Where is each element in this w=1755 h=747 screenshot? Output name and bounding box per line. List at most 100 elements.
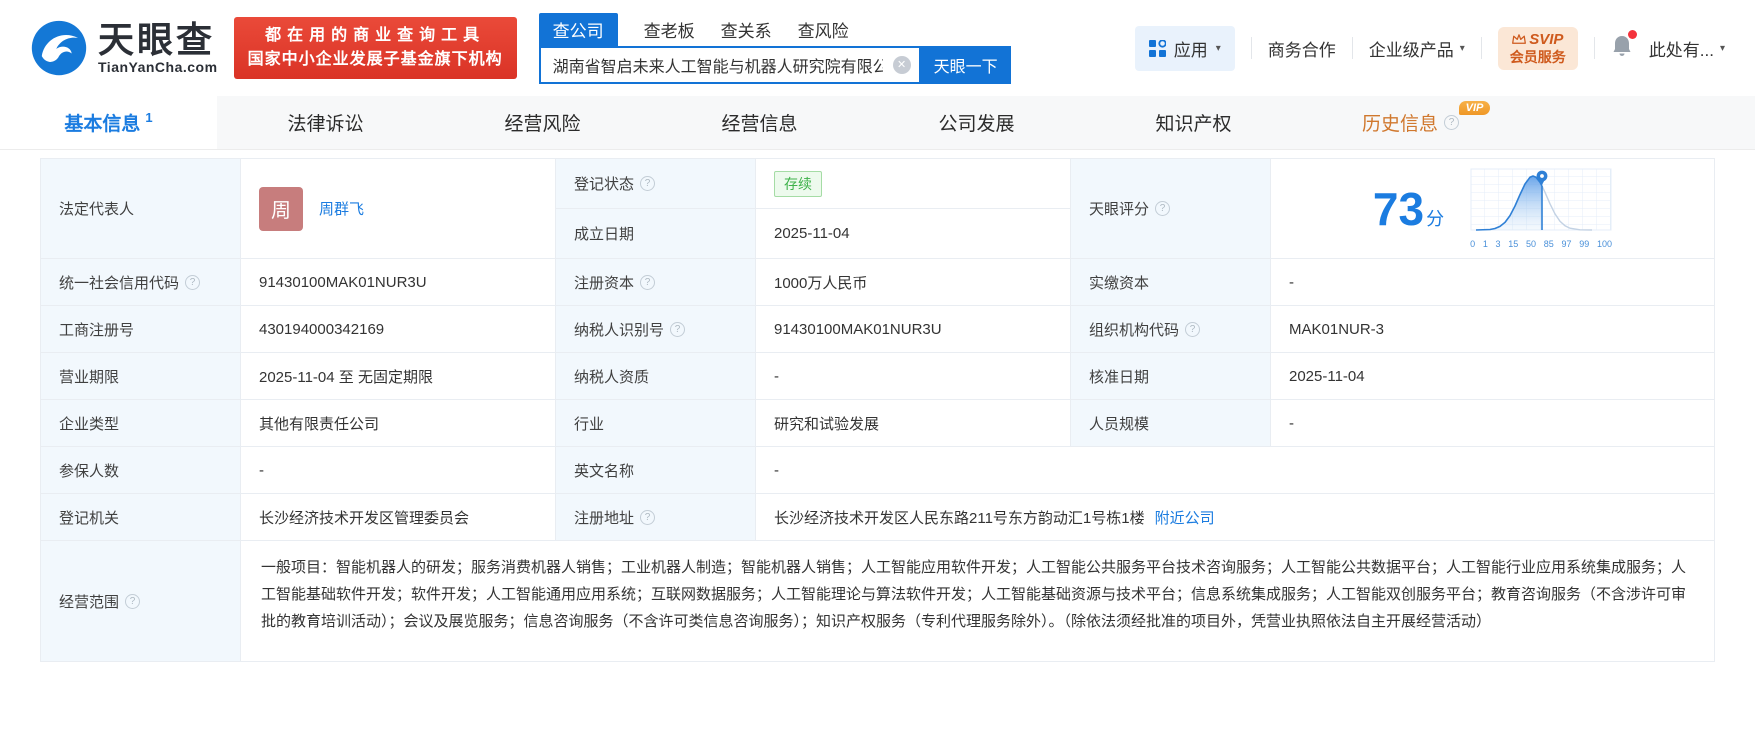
- bell-curve-chart: [1470, 168, 1612, 231]
- industry-label-cell: 行业: [556, 400, 756, 447]
- tab-intellectual-property[interactable]: 知识产权: [1085, 96, 1302, 149]
- apps-menu-button[interactable]: 应用 ▾: [1134, 25, 1235, 71]
- tab-legal-litigation[interactable]: 法律诉讼: [217, 96, 434, 149]
- org-code-value-cell: MAK01NUR-3: [1271, 306, 1714, 353]
- divider: [1480, 37, 1482, 59]
- taxpayer-id-label-cell: 纳税人识别号 ?: [556, 306, 756, 353]
- svip-membership-button[interactable]: SVIP 会员服务: [1497, 26, 1578, 70]
- slogan-line1: 都在用的商业查询工具: [265, 27, 486, 44]
- clear-icon[interactable]: ✕: [892, 55, 911, 74]
- tick: 15: [1508, 239, 1519, 249]
- reg-status-label-cell: 登记状态 ?: [556, 159, 756, 209]
- divider: [1250, 37, 1252, 59]
- score-number: 73: [1372, 182, 1425, 235]
- reg-status-value-cell: 存续: [756, 159, 1071, 209]
- brand-name: 天眼查: [98, 19, 216, 61]
- svip-service-label: 会员服务: [1509, 48, 1566, 65]
- search-area: 查公司 查老板 查关系 查风险 ✕ 天眼一下: [538, 12, 1011, 84]
- est-date-label-cell: 成立日期: [556, 209, 756, 259]
- help-icon[interactable]: ?: [1155, 201, 1171, 216]
- approval-date-label-cell: 核准日期: [1071, 353, 1271, 400]
- field-label: 营业期限: [59, 368, 120, 386]
- legal-rep-label-cell: 法定代表人: [41, 159, 241, 259]
- business-cooperation-link[interactable]: 商务合作: [1268, 36, 1336, 61]
- field-label: 注册资本: [574, 274, 635, 292]
- help-icon[interactable]: ?: [1444, 115, 1459, 130]
- chevron-down-icon: ▾: [1719, 42, 1725, 54]
- score-value-cell[interactable]: 73 分 0 1 3 15 50 85 97 99 100: [1271, 159, 1714, 259]
- help-icon[interactable]: ?: [640, 176, 656, 191]
- field-label: 纳税人资质: [574, 368, 650, 386]
- field-label: 人员规模: [1089, 415, 1150, 433]
- business-scope-label-cell: 经营范围 ?: [41, 541, 241, 661]
- business-scope-text: 一般项目：智能机器人的研发；服务消费机器人销售；工业机器人制造；智能机器人销售；…: [261, 559, 1687, 630]
- paid-capital-label-cell: 实缴资本: [1071, 259, 1271, 306]
- field-value: 430194000342169: [259, 320, 385, 338]
- help-icon[interactable]: ?: [185, 274, 201, 290]
- header-right-nav: 应用 ▾ 商务合作 企业级产品 ▾ SVIP 会员服务 此处有... ▾: [1134, 25, 1725, 71]
- field-label: 经营范围: [59, 593, 120, 611]
- tab-label: 知识产权: [1155, 114, 1232, 135]
- tianyancha-logo[interactable]: 天眼查 TianYanCha.com: [30, 19, 218, 77]
- divider: [1593, 37, 1595, 59]
- search-tab-risk[interactable]: 查风险: [798, 13, 849, 46]
- account-menu[interactable]: 此处有... ▾: [1649, 36, 1725, 61]
- tab-basic-info[interactable]: 基本信息 1: [0, 96, 217, 149]
- section-tabbar: 基本信息 1 法律诉讼 经营风险 经营信息 公司发展 知识产权 VIP 历史信息…: [0, 96, 1755, 150]
- reg-capital-label-cell: 注册资本 ?: [556, 259, 756, 306]
- legal-rep-link[interactable]: 周群飞: [319, 198, 364, 219]
- chart-axis-ticks: 0 1 3 15 50 85 97 99 100: [1470, 239, 1612, 249]
- tab-operating-info[interactable]: 经营信息: [651, 96, 868, 149]
- field-value: 长沙经济技术开发区管理委员会: [259, 509, 470, 527]
- tab-label: 基本信息: [64, 114, 141, 135]
- tab-history-info[interactable]: VIP 历史信息 ?: [1302, 96, 1519, 149]
- search-input[interactable]: [538, 45, 921, 84]
- field-value: 91430100MAK01NUR3U: [774, 320, 942, 338]
- company-type-label-cell: 企业类型: [41, 400, 241, 447]
- apps-label: 应用: [1173, 40, 1208, 60]
- field-value: 2025-11-04: [1289, 367, 1365, 385]
- search-button[interactable]: 天眼一下: [920, 45, 1011, 84]
- credit-code-value-cell: 91430100MAK01NUR3U: [241, 259, 556, 306]
- help-icon[interactable]: ?: [125, 593, 141, 609]
- notification-button[interactable]: [1611, 29, 1637, 63]
- search-tab-boss[interactable]: 查老板: [644, 13, 695, 46]
- taxpayer-quals-label-cell: 纳税人资质: [556, 353, 756, 400]
- field-value: -: [1289, 414, 1294, 432]
- field-label: 登记机关: [59, 509, 120, 527]
- help-icon[interactable]: ?: [640, 509, 656, 525]
- search-tab-relation[interactable]: 查关系: [721, 13, 772, 46]
- field-value: -: [774, 367, 779, 385]
- field-label: 核准日期: [1089, 368, 1150, 386]
- field-label: 企业类型: [59, 415, 120, 433]
- field-label: 英文名称: [574, 462, 635, 480]
- enterprise-products-label: 企业级产品: [1368, 40, 1454, 60]
- field-label: 法定代表人: [59, 201, 135, 218]
- reg-address-value-cell: 长沙经济技术开发区人民东路211号东方韵动汇1号栋1楼 附近公司: [756, 494, 1714, 541]
- business-term-label-cell: 营业期限: [41, 353, 241, 400]
- field-label: 统一社会信用代码: [59, 274, 180, 292]
- field-value: 其他有限责任公司: [259, 415, 380, 433]
- search-tab-company[interactable]: 查公司: [538, 12, 618, 46]
- field-value: 91430100MAK01NUR3U: [259, 273, 427, 291]
- field-value: 研究和试验发展: [774, 415, 880, 433]
- field-label: 成立日期: [574, 226, 635, 243]
- reg-address-label-cell: 注册地址 ?: [556, 494, 756, 541]
- tab-operating-risk[interactable]: 经营风险: [434, 96, 651, 149]
- nearby-companies-link[interactable]: 附近公司: [1155, 507, 1215, 528]
- avatar[interactable]: 周: [259, 186, 303, 231]
- tick: 3: [1495, 239, 1501, 249]
- insured-count-label-cell: 参保人数: [41, 447, 241, 494]
- business-term-value-cell: 2025-11-04 至 无固定期限: [241, 353, 556, 400]
- help-icon[interactable]: ?: [640, 274, 656, 290]
- enterprise-products-link[interactable]: 企业级产品 ▾: [1369, 36, 1465, 61]
- field-value: -: [1289, 273, 1294, 291]
- svip-label: SVIP: [1529, 30, 1564, 48]
- help-icon[interactable]: ?: [670, 321, 686, 337]
- tab-label: 经营信息: [721, 114, 798, 135]
- field-label: 参保人数: [59, 462, 120, 480]
- score-unit: 分: [1426, 208, 1445, 229]
- tab-label: 经营风险: [504, 114, 581, 135]
- help-icon[interactable]: ?: [1185, 321, 1201, 337]
- tab-company-development[interactable]: 公司发展: [868, 96, 1085, 149]
